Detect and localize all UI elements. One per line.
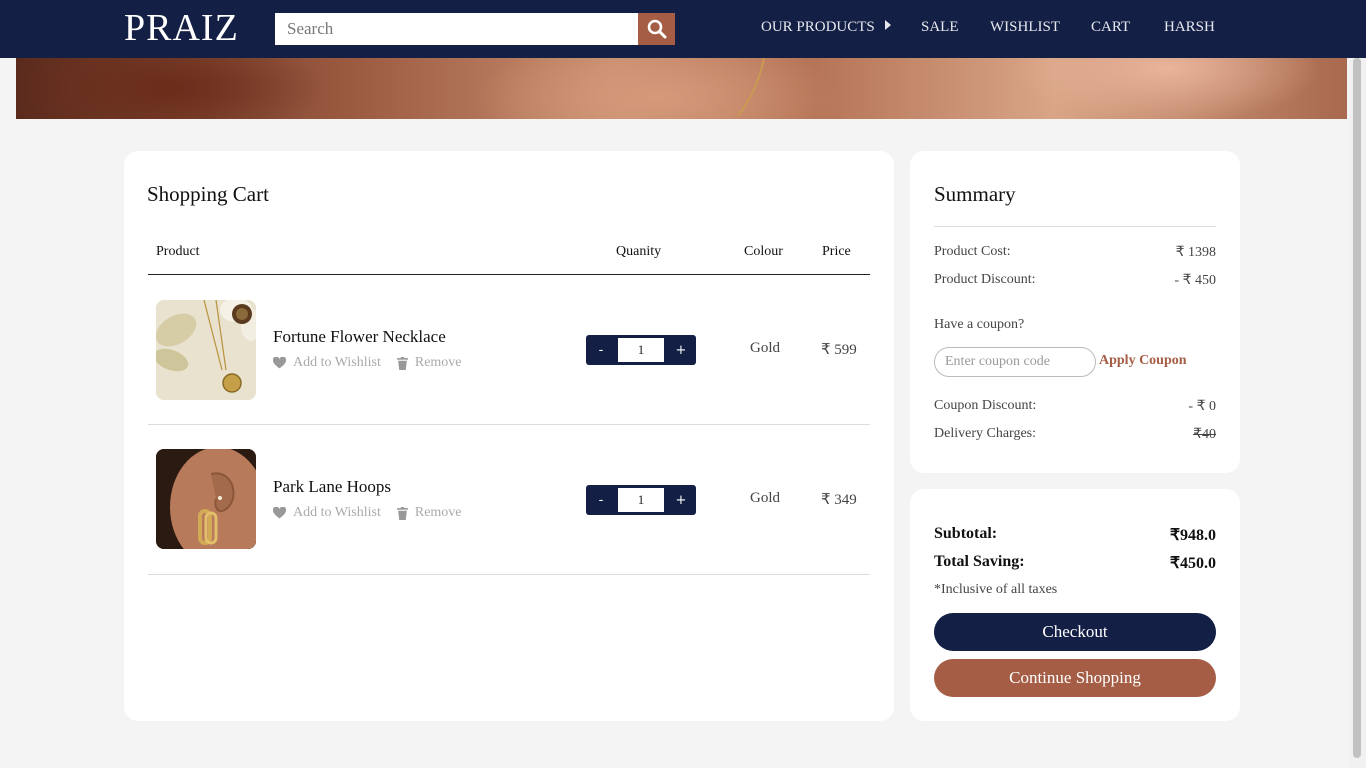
search-bar: [275, 13, 675, 45]
remove-button[interactable]: Remove: [396, 505, 462, 521]
delivery-charges-row: Delivery Charges: ₹40: [934, 426, 1216, 443]
decrease-quantity-button[interactable]: -: [586, 335, 616, 365]
increase-quantity-button[interactable]: +: [666, 485, 696, 515]
total-saving-label: Total Saving:: [934, 553, 1025, 570]
hoops-image: [156, 449, 256, 549]
coupon-discount-label: Coupon Discount:: [934, 398, 1037, 413]
caret-right-icon: [884, 20, 891, 30]
scrollbar-thumb[interactable]: [1353, 58, 1361, 758]
product-discount-label: Product Discount:: [934, 272, 1036, 287]
remove-label: Remove: [414, 355, 462, 370]
trash-icon: [396, 356, 408, 370]
product-image-hoops[interactable]: [156, 449, 256, 549]
quantity-stepper: - 1 +: [586, 485, 696, 515]
totals-panel: Subtotal: ₹948.0 Total Saving: ₹450.0 *I…: [910, 489, 1240, 721]
subtotal-row: Subtotal: ₹948.0: [934, 525, 1216, 545]
continue-shopping-button[interactable]: Continue Shopping: [934, 659, 1216, 697]
product-colour: Gold: [750, 490, 780, 506]
add-to-wishlist-button[interactable]: Add to Wishlist: [273, 505, 381, 521]
heart-icon: [273, 357, 286, 369]
quantity-value[interactable]: 1: [618, 488, 664, 512]
product-price: ₹ 599: [821, 342, 857, 358]
menu-our-products[interactable]: OUR PRODUCTS: [761, 19, 891, 36]
decrease-quantity-button[interactable]: -: [586, 485, 616, 515]
quantity-value[interactable]: 1: [618, 338, 664, 362]
summary-panel: Summary Product Cost: ₹ 1398 Product Dis…: [910, 151, 1240, 473]
remove-label: Remove: [414, 505, 462, 520]
heart-icon: [273, 507, 286, 519]
column-product: Product: [156, 244, 200, 259]
coupon-prompt: Have a coupon?: [934, 317, 1025, 332]
row-divider: [148, 424, 870, 425]
summary-divider: [934, 226, 1216, 227]
checkout-button[interactable]: Checkout: [934, 613, 1216, 651]
taxes-note: *Inclusive of all taxes: [934, 582, 1058, 597]
search-button[interactable]: [638, 13, 675, 45]
menu-sale[interactable]: SALE: [921, 19, 959, 36]
menu-user[interactable]: HARSH: [1164, 19, 1215, 36]
subtotal-value: ₹948.0: [1169, 527, 1216, 544]
necklace-image: [156, 300, 256, 400]
delivery-charges-value: ₹40: [1193, 427, 1216, 442]
top-navbar: PRAIZ OUR PRODUCTS SALE WISHLIST CART HA…: [0, 0, 1366, 58]
brand-logo[interactable]: PRAIZ: [124, 6, 239, 50]
subtotal-label: Subtotal:: [934, 525, 998, 542]
hero-banner-image: [16, 58, 1347, 119]
menu-cart[interactable]: CART: [1091, 19, 1130, 36]
add-to-wishlist-label: Add to Wishlist: [293, 505, 381, 520]
coupon-code-input[interactable]: [934, 347, 1096, 377]
product-cost-label: Product Cost:: [934, 244, 1011, 259]
trash-icon: [396, 506, 408, 520]
add-to-wishlist-button[interactable]: Add to Wishlist: [273, 355, 381, 371]
column-colour: Colour: [744, 244, 783, 259]
product-image-necklace[interactable]: [156, 300, 256, 400]
product-name[interactable]: Fortune Flower Necklace: [273, 327, 446, 347]
delivery-charges-label: Delivery Charges:: [934, 426, 1036, 441]
cart-title: Shopping Cart: [147, 182, 269, 206]
increase-quantity-button[interactable]: +: [666, 335, 696, 365]
coupon-discount-value: - ₹ 0: [1188, 399, 1216, 414]
menu-our-products-label: OUR PRODUCTS: [761, 19, 875, 35]
total-saving-value: ₹450.0: [1169, 555, 1216, 572]
shopping-cart-panel: Shopping Cart Product Quanity Colour Pri…: [124, 151, 894, 721]
column-price: Price: [822, 244, 851, 259]
add-to-wishlist-label: Add to Wishlist: [293, 355, 381, 370]
column-quantity: Quanity: [616, 244, 662, 259]
product-name[interactable]: Park Lane Hoops: [273, 477, 391, 497]
product-actions: Add to Wishlist Remove: [273, 505, 478, 521]
product-discount-row: Product Discount: - ₹ 450: [934, 272, 1216, 289]
product-colour: Gold: [750, 340, 780, 356]
search-input[interactable]: [275, 13, 638, 45]
header-divider: [148, 274, 870, 275]
product-price: ₹ 349: [821, 492, 857, 508]
coupon-discount-row: Coupon Discount: - ₹ 0: [934, 398, 1216, 415]
quantity-stepper: - 1 +: [586, 335, 696, 365]
product-cost-row: Product Cost: ₹ 1398: [934, 244, 1216, 261]
row-divider: [148, 574, 870, 575]
necklace-chain-decoration: [737, 58, 765, 117]
product-discount-value: - ₹ 450: [1174, 273, 1216, 288]
page-scrollbar[interactable]: [1349, 58, 1366, 768]
product-actions: Add to Wishlist Remove: [273, 355, 478, 371]
product-cost-value: ₹ 1398: [1175, 245, 1216, 260]
menu-wishlist[interactable]: WISHLIST: [990, 19, 1060, 36]
search-icon: [647, 19, 666, 39]
summary-title: Summary: [934, 182, 1016, 206]
apply-coupon-button[interactable]: Apply Coupon: [1099, 353, 1187, 369]
remove-button[interactable]: Remove: [396, 355, 462, 371]
total-saving-row: Total Saving: ₹450.0: [934, 553, 1216, 573]
